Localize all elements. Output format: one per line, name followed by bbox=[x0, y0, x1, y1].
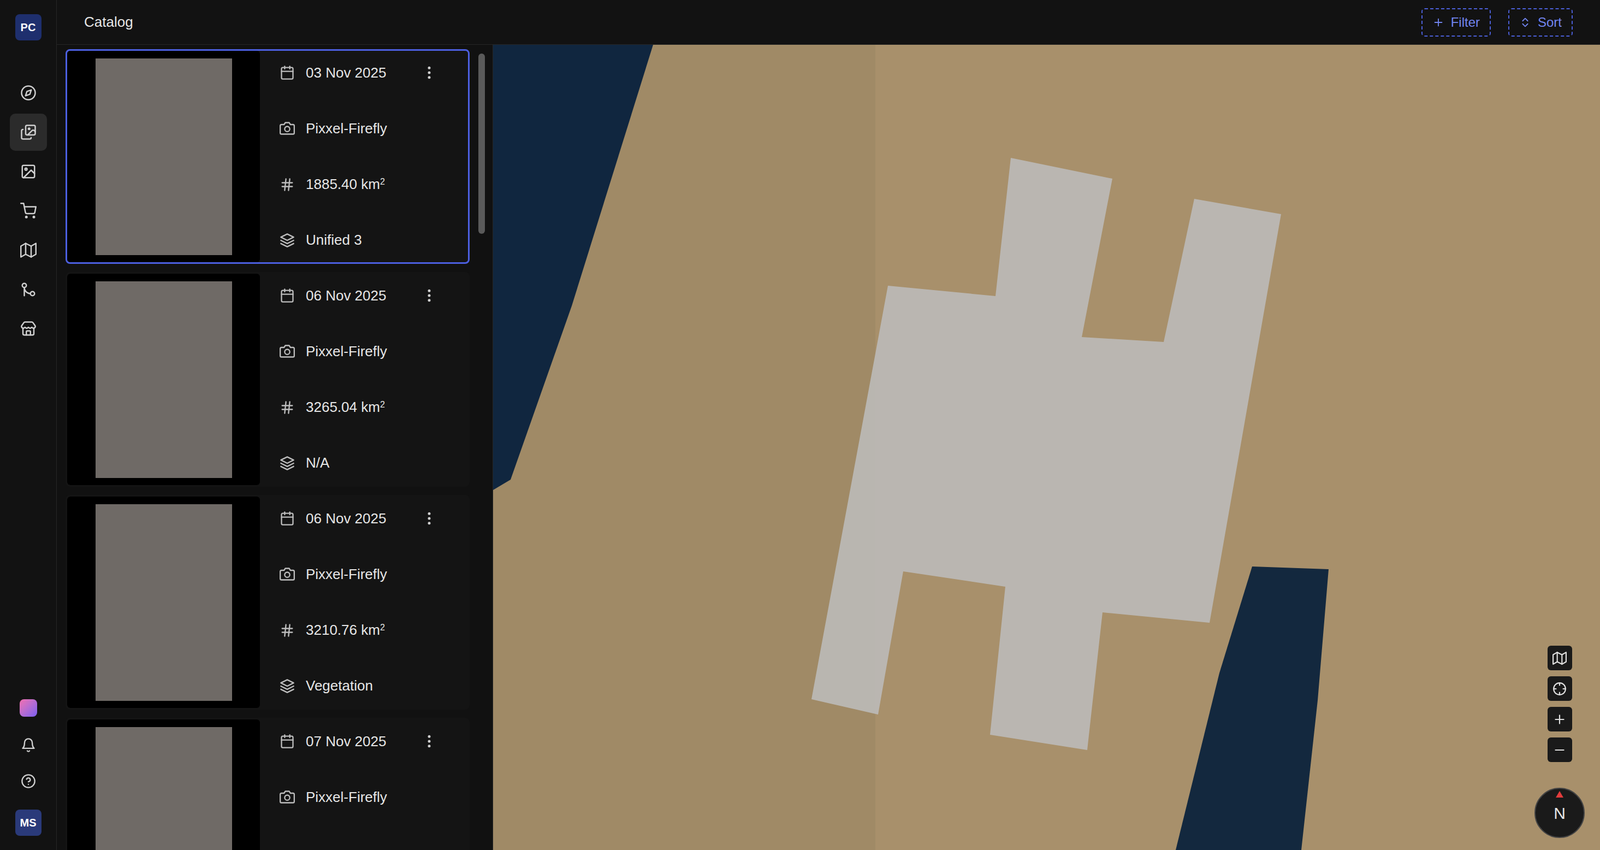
nav-rail: PC MS bbox=[0, 0, 57, 850]
map-control[interactable] bbox=[1547, 737, 1573, 762]
map[interactable]: N bbox=[493, 44, 1600, 850]
nav-item[interactable] bbox=[9, 231, 47, 269]
cart-icon bbox=[20, 202, 37, 219]
product-icon bbox=[279, 455, 295, 471]
sensor: Pixxel-Firefly bbox=[279, 116, 460, 141]
sensor-icon bbox=[279, 343, 295, 359]
area: 3210.76 km2 bbox=[279, 618, 460, 643]
nav-item[interactable] bbox=[9, 270, 47, 308]
catalog-card[interactable]: 06 Nov 2025 Pixxel-Firefly 3265.04 km2 N/A bbox=[65, 271, 470, 487]
area-icon bbox=[279, 399, 295, 416]
scene-thumbnail bbox=[67, 496, 260, 708]
zoom-in-icon bbox=[1552, 712, 1567, 727]
nav-item[interactable] bbox=[9, 74, 47, 112]
maps-icon bbox=[20, 241, 37, 259]
map-control[interactable] bbox=[1547, 676, 1573, 701]
zoom-out-icon bbox=[1552, 742, 1567, 757]
catalog-card[interactable]: 03 Nov 2025 Pixxel-Firefly 1885.40 km2 Unif… bbox=[65, 49, 470, 264]
capture-date-icon bbox=[279, 510, 295, 526]
nav-item[interactable] bbox=[9, 152, 47, 191]
store-icon bbox=[20, 320, 37, 337]
catalog-list: 03 Nov 2025 Pixxel-Firefly 1885.40 km2 Unif… bbox=[65, 49, 470, 850]
locate-icon bbox=[1552, 681, 1567, 696]
logo[interactable]: PC bbox=[15, 14, 42, 41]
product-icon bbox=[279, 232, 295, 248]
nav-item[interactable] bbox=[9, 113, 47, 151]
capture-date: 07 Nov 2025 bbox=[279, 729, 387, 754]
product: N/A bbox=[279, 451, 460, 476]
sort-button[interactable]: Sort bbox=[1508, 8, 1573, 37]
capture-date: 06 Nov 2025 bbox=[279, 283, 387, 308]
workflows-icon bbox=[20, 281, 37, 298]
nav-item[interactable] bbox=[9, 192, 47, 230]
capture-date: 06 Nov 2025 bbox=[279, 506, 387, 531]
sort-icon bbox=[1519, 16, 1532, 29]
top-bar: Catalog Filter Sort bbox=[56, 0, 1600, 45]
map-control[interactable] bbox=[1547, 706, 1573, 732]
more-icon[interactable] bbox=[421, 732, 438, 750]
catalog-card[interactable]: 07 Nov 2025 Pixxel-Firefly bbox=[65, 717, 470, 850]
area: 3265.04 km2 bbox=[279, 395, 460, 420]
area-icon bbox=[279, 176, 295, 193]
product-icon bbox=[279, 678, 295, 694]
scrollbar[interactable] bbox=[478, 49, 487, 850]
capture-date: 03 Nov 2025 bbox=[279, 60, 387, 85]
product: Unified 3 bbox=[279, 228, 460, 253]
area: 1885.40 km2 bbox=[279, 172, 460, 197]
more-icon[interactable] bbox=[421, 287, 438, 304]
explore-icon bbox=[20, 84, 37, 102]
bell-icon[interactable] bbox=[20, 737, 37, 753]
image-settings-icon bbox=[20, 163, 37, 180]
more-icon[interactable] bbox=[421, 64, 438, 81]
catalog-icon bbox=[20, 123, 37, 141]
product: Vegetation bbox=[279, 673, 460, 698]
sensor-icon bbox=[279, 120, 295, 136]
capture-date-icon bbox=[279, 287, 295, 304]
capture-date-icon bbox=[279, 64, 295, 81]
sensor-icon bbox=[279, 789, 295, 805]
app-icon[interactable] bbox=[19, 698, 38, 717]
scene-thumbnail bbox=[67, 50, 260, 263]
map-imagery bbox=[493, 44, 1600, 850]
help-icon[interactable] bbox=[20, 773, 37, 789]
sensor: Pixxel-Firefly bbox=[279, 561, 460, 586]
more-icon[interactable] bbox=[421, 510, 438, 527]
sensor: Pixxel-Firefly bbox=[279, 784, 460, 809]
north-arrow-icon bbox=[1555, 790, 1564, 798]
scene-thumbnail bbox=[67, 273, 260, 485]
layers-icon bbox=[1552, 650, 1567, 666]
capture-date-icon bbox=[279, 733, 295, 749]
catalog-card[interactable]: 06 Nov 2025 Pixxel-Firefly 3210.76 km2 Vege… bbox=[65, 494, 470, 710]
page-title: Catalog bbox=[84, 11, 134, 33]
scene-footprint bbox=[811, 157, 1282, 750]
sensor-icon bbox=[279, 566, 295, 582]
area-icon bbox=[279, 622, 295, 638]
app: PC MS Catalog Filter Sort 03 Nov 2025 Pixxel-F… bbox=[0, 0, 1600, 850]
filter-button[interactable]: Filter bbox=[1421, 8, 1491, 37]
plus-icon bbox=[1432, 16, 1445, 29]
catalog-panel: 03 Nov 2025 Pixxel-Firefly 1885.40 km2 Unif… bbox=[56, 44, 494, 850]
user-avatar[interactable]: MS bbox=[15, 809, 42, 836]
sensor: Pixxel-Firefly bbox=[279, 339, 460, 364]
compass[interactable]: N bbox=[1534, 787, 1585, 838]
nav-item[interactable] bbox=[9, 310, 47, 348]
map-control[interactable] bbox=[1547, 645, 1573, 671]
scene-thumbnail bbox=[67, 719, 260, 850]
